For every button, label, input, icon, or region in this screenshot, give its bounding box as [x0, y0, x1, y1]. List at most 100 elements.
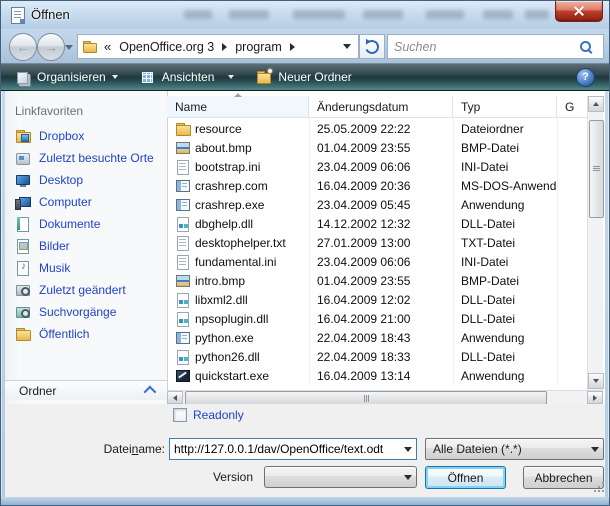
search-icon[interactable]	[580, 41, 591, 52]
favorite-link[interactable]: Zuletzt geändert	[5, 279, 167, 301]
history-chevron-icon[interactable]	[65, 45, 73, 50]
file-type: DLL-Datei	[453, 309, 557, 328]
version-select[interactable]	[264, 466, 417, 488]
resize-grip[interactable]	[594, 482, 604, 492]
triangle-left-icon	[173, 395, 177, 401]
column-header-size[interactable]: G	[557, 96, 587, 117]
title-bar[interactable]: Öffnen	[1, 1, 609, 29]
triangle-down-icon	[404, 475, 412, 480]
readonly-label[interactable]: Readonly	[193, 408, 244, 422]
file-row[interactable]: crashrep.com 16.04.2009 20:36 MS-DOS-Anw…	[167, 176, 587, 195]
forward-button[interactable]: →	[37, 33, 65, 61]
close-button[interactable]	[555, 1, 603, 22]
file-row[interactable]: desktophelper.txt 27.01.2009 13:00 TXT-D…	[167, 233, 587, 252]
help-icon[interactable]: ?	[576, 68, 595, 87]
scroll-down-button[interactable]	[588, 373, 604, 389]
address-dropdown-icon[interactable]	[343, 44, 351, 49]
breadcrumb-overflow[interactable]: «	[102, 39, 113, 54]
favorite-label: Dropbox	[39, 129, 84, 143]
file-modified-date: 25.05.2009 22:22	[309, 119, 453, 138]
file-row[interactable]: bootstrap.ini 23.04.2009 06:06 INI-Datei	[167, 157, 587, 176]
breadcrumb-separator-icon[interactable]	[222, 43, 227, 51]
file-row[interactable]: about.bmp 01.04.2009 23:55 BMP-Datei	[167, 138, 587, 157]
version-dropdown-button[interactable]	[400, 467, 416, 487]
horizontal-scrollbar-thumb[interactable]	[185, 391, 547, 405]
favorite-link[interactable]: Computer	[5, 191, 167, 213]
file-name: fundamental.ini	[195, 255, 276, 269]
file-row[interactable]: quickstart.exe 16.04.2009 13:14 Anwendun…	[167, 366, 587, 385]
vertical-scrollbar[interactable]	[587, 96, 603, 390]
open-button[interactable]: Öffnen	[425, 466, 506, 489]
favorite-link[interactable]: Suchvorgänge	[5, 301, 167, 323]
column-header-type[interactable]: Typ	[453, 96, 557, 117]
search-input[interactable]	[388, 35, 580, 58]
application-icon	[175, 330, 191, 346]
views-label: Ansichten	[162, 70, 215, 84]
forward-arrow-icon: →	[44, 39, 58, 55]
favorite-label: Dokumente	[39, 217, 100, 231]
organize-button[interactable]: Organisieren	[7, 66, 126, 88]
scroll-up-button[interactable]	[588, 96, 604, 112]
text-file-icon	[175, 235, 191, 251]
recently-changed-icon	[15, 282, 31, 298]
new-folder-icon	[256, 69, 272, 85]
new-folder-button[interactable]: Neuer Ordner	[248, 66, 359, 88]
favorite-link[interactable]: Zuletzt besuchte Orte	[5, 147, 167, 169]
file-modified-date: 01.04.2009 23:55	[309, 271, 453, 290]
file-row[interactable]: npsoplugin.dll 16.04.2009 21:00 DLL-Date…	[167, 309, 587, 328]
file-row[interactable]: libxml2.dll 16.04.2009 12:02 DLL-Datei	[167, 290, 587, 309]
thumb-grip	[366, 395, 367, 402]
file-row[interactable]: resource 25.05.2009 22:22 Dateiordner	[167, 119, 587, 138]
file-row[interactable]: crashrep.exe 23.04.2009 05:45 Anwendung	[167, 195, 587, 214]
desktop-icon	[15, 172, 31, 188]
favorite-link[interactable]: Musik	[5, 257, 167, 279]
public-folder-icon	[15, 326, 31, 342]
file-row[interactable]: fundamental.ini 23.04.2009 06:06 INI-Dat…	[167, 252, 587, 271]
column-header-modified[interactable]: Änderungsdatum	[309, 96, 453, 117]
file-type: DLL-Datei	[453, 347, 557, 366]
refresh-button[interactable]	[359, 34, 385, 59]
breadcrumb-segment[interactable]: OpenOffice.org 3	[113, 35, 220, 58]
favorite-label: Öffentlich	[39, 327, 89, 341]
sort-ascending-icon	[234, 93, 242, 97]
folders-expander[interactable]: Ordner	[5, 380, 167, 400]
favorite-link[interactable]: Bilder	[5, 235, 167, 257]
file-type: MS-DOS-Anwend...	[453, 176, 557, 195]
favorite-label: Suchvorgänge	[39, 305, 116, 319]
column-header-row: Name Änderungsdatum Typ G	[167, 96, 587, 118]
file-row[interactable]: dbghelp.dll 14.12.2002 12:32 DLL-Datei	[167, 214, 587, 233]
favorite-label: Zuletzt besuchte Orte	[39, 151, 154, 165]
filename-input[interactable]	[170, 439, 400, 459]
back-button[interactable]: ←	[9, 33, 37, 61]
file-row[interactable]: python.exe 22.04.2009 18:43 Anwendung	[167, 328, 587, 347]
readonly-checkbox[interactable]	[173, 408, 187, 422]
file-modified-date: 01.04.2009 23:55	[309, 138, 453, 157]
breadcrumb-separator-icon[interactable]	[290, 43, 295, 51]
file-row[interactable]: python26.dll 22.04.2009 18:33 DLL-Datei	[167, 347, 587, 366]
favorite-link[interactable]: Dropbox	[5, 125, 167, 147]
scroll-right-button[interactable]	[587, 391, 603, 404]
documents-icon	[15, 216, 31, 232]
file-row[interactable]: intro.bmp 01.04.2009 23:55 BMP-Datei	[167, 271, 587, 290]
filetype-dropdown-button[interactable]	[587, 439, 603, 459]
favorite-link[interactable]: Öffentlich	[5, 323, 167, 345]
cancel-button[interactable]: Abbrechen	[523, 466, 604, 489]
breadcrumb-segment[interactable]: program	[229, 35, 288, 58]
file-type: INI-Datei	[453, 157, 557, 176]
filename-dropdown-button[interactable]	[400, 439, 416, 459]
chevron-up-icon	[144, 386, 157, 399]
file-modified-date: 16.04.2009 21:00	[309, 309, 453, 328]
file-name: about.bmp	[195, 141, 252, 155]
column-header-name[interactable]: Name	[167, 96, 309, 117]
favorite-link[interactable]: Dokumente	[5, 213, 167, 235]
favorite-link[interactable]: Desktop	[5, 169, 167, 191]
file-name: python.exe	[195, 331, 254, 345]
file-name: libxml2.dll	[195, 293, 248, 307]
favorite-label: Bilder	[39, 239, 70, 253]
filetype-select[interactable]: Alle Dateien (*.*)	[425, 438, 604, 460]
computer-icon	[15, 194, 31, 210]
views-button[interactable]: Ansichten	[132, 66, 243, 88]
vertical-scrollbar-thumb[interactable]	[589, 120, 604, 218]
file-type: DLL-Datei	[453, 214, 557, 233]
scroll-left-button[interactable]	[167, 391, 183, 404]
